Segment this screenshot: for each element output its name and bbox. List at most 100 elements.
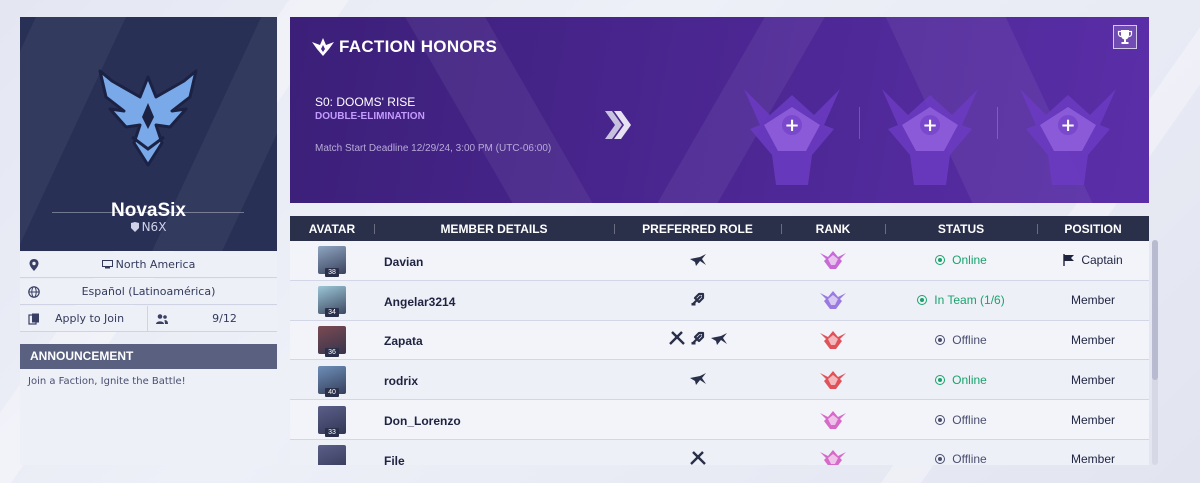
- season-name: S0: DOOMS' RISE: [315, 95, 416, 109]
- header-rank[interactable]: RANK: [781, 216, 885, 241]
- member-position: Member: [1070, 452, 1115, 465]
- rank-cell: [781, 329, 885, 351]
- member-status: Online: [952, 253, 987, 268]
- status-cell: Offline: [885, 413, 1037, 427]
- avatar-cell: 36: [290, 325, 374, 357]
- apply-to-join-button[interactable]: Apply to Join: [20, 306, 148, 332]
- status-indicator-icon: [935, 374, 946, 385]
- strategist-icon: [691, 291, 705, 310]
- honors-title: FACTION HONORS: [312, 37, 497, 57]
- duelist-icon: [710, 330, 727, 349]
- name-divider: [52, 212, 244, 213]
- table-row[interactable]: File Offline Member: [290, 439, 1149, 465]
- rank-badge-icon: [820, 251, 846, 270]
- member-name[interactable]: File: [384, 454, 405, 465]
- honor-slot-plus: +: [922, 115, 937, 136]
- header-preferred-role[interactable]: PREFERRED ROLE: [614, 216, 781, 241]
- member-details-cell: Don_Lorenzo: [374, 410, 614, 429]
- member-table: AVATAR MEMBER DETAILS PREFERRED ROLE RAN…: [290, 216, 1149, 465]
- member-status: Offline: [952, 332, 987, 347]
- avatar-cell: 40: [290, 365, 374, 397]
- honors-title-text: FACTION HONORS: [339, 37, 498, 56]
- status-cell: Online: [885, 253, 1037, 267]
- status-indicator-icon: [935, 414, 946, 425]
- faction-tag-text: N6X: [141, 220, 167, 234]
- faction-tag: N6X: [20, 220, 277, 234]
- member-position: Captain: [1081, 253, 1123, 268]
- preferred-role-cell: [614, 330, 781, 349]
- rank-badge-icon: [820, 330, 846, 349]
- member-position: Member: [1070, 293, 1115, 308]
- avatar[interactable]: 36: [318, 325, 346, 357]
- honor-slot-plus: +: [784, 115, 799, 136]
- member-details-cell: rodrix: [374, 370, 614, 389]
- avatar[interactable]: 33: [318, 405, 346, 437]
- member-name[interactable]: rodrix: [384, 374, 418, 388]
- vanguard-icon: [668, 330, 685, 349]
- rank-cell: [781, 409, 885, 431]
- table-row[interactable]: 34 Angelar3214 In Team (1/6) Member: [290, 280, 1149, 321]
- header-member-details[interactable]: MEMBER DETAILS: [374, 216, 614, 241]
- slot-divider: [997, 107, 998, 139]
- status-indicator-icon: [935, 255, 946, 266]
- preferred-role-cell: [614, 370, 781, 389]
- member-position: Member: [1070, 372, 1115, 387]
- member-status: Offline: [952, 412, 987, 427]
- location-pin-icon: [29, 259, 39, 271]
- trophy-button[interactable]: [1113, 25, 1137, 49]
- honor-slot-empty[interactable]: +: [1012, 85, 1124, 189]
- faction-name: NovaSix: [111, 200, 186, 221]
- avatar[interactable]: 34: [318, 286, 346, 318]
- header-status[interactable]: STATUS: [885, 216, 1037, 241]
- avatar-cell: 34: [290, 286, 374, 318]
- honor-slot-empty[interactable]: +: [874, 85, 986, 189]
- table-row[interactable]: 33 Don_Lorenzo Offline Member: [290, 400, 1149, 440]
- status-indicator-icon: [917, 295, 928, 306]
- member-name[interactable]: Angelar3214: [384, 295, 455, 309]
- rank-badge-icon: [820, 291, 846, 310]
- rank-cell: [781, 369, 885, 391]
- status-cell: Offline: [885, 333, 1037, 347]
- honor-slot-empty[interactable]: +: [736, 85, 848, 189]
- avatar[interactable]: 38: [318, 246, 346, 278]
- table-row[interactable]: 36 Zapata Offline Member: [290, 320, 1149, 361]
- table-row[interactable]: 40 rodrix Online Member: [290, 360, 1149, 401]
- member-name[interactable]: Davian: [384, 255, 423, 269]
- region-row: North America: [20, 252, 277, 278]
- duelist-icon: [689, 251, 706, 270]
- member-position: Member: [1070, 412, 1115, 427]
- monitor-icon: [101, 260, 113, 269]
- table-row[interactable]: 38 Davian Online Captain: [290, 241, 1149, 281]
- announcement-title: ANNOUNCEMENT: [20, 344, 277, 369]
- member-status: In Team (1/6): [934, 293, 1005, 308]
- header-avatar[interactable]: AVATAR: [290, 216, 374, 241]
- tournament-format: DOUBLE-ELIMINATION: [315, 111, 425, 122]
- member-position: Member: [1070, 332, 1115, 347]
- avatar-image: [318, 445, 346, 465]
- status-cell: In Team (1/6): [885, 293, 1037, 307]
- scrollbar-thumb[interactable]: [1152, 240, 1158, 380]
- table-header: AVATAR MEMBER DETAILS PREFERRED ROLE RAN…: [290, 216, 1149, 241]
- member-status: Offline: [952, 452, 987, 465]
- honor-slot-plus: +: [1060, 115, 1075, 136]
- rank-cell: [781, 289, 885, 311]
- chevron-right-icon: [605, 111, 631, 139]
- member-name[interactable]: Don_Lorenzo: [384, 414, 461, 428]
- position-cell: Member: [1037, 452, 1149, 465]
- member-name[interactable]: Zapata: [384, 334, 423, 348]
- table-scrollbar[interactable]: [1152, 240, 1158, 465]
- position-cell: Member: [1037, 373, 1149, 387]
- position-cell: Member: [1037, 413, 1149, 427]
- avatar-cell: 33: [290, 405, 374, 437]
- slot-divider: [859, 107, 860, 139]
- position-cell: Member: [1037, 333, 1149, 347]
- avatar[interactable]: 40: [318, 365, 346, 397]
- strategist-icon: [691, 330, 705, 349]
- preferred-role-cell: [614, 450, 781, 465]
- shield-icon: [130, 222, 139, 232]
- header-position[interactable]: POSITION: [1037, 216, 1149, 241]
- vanguard-icon: [689, 450, 706, 465]
- position-cell: Member: [1037, 293, 1149, 307]
- member-details-cell: Angelar3214: [374, 291, 614, 310]
- avatar[interactable]: [318, 445, 346, 465]
